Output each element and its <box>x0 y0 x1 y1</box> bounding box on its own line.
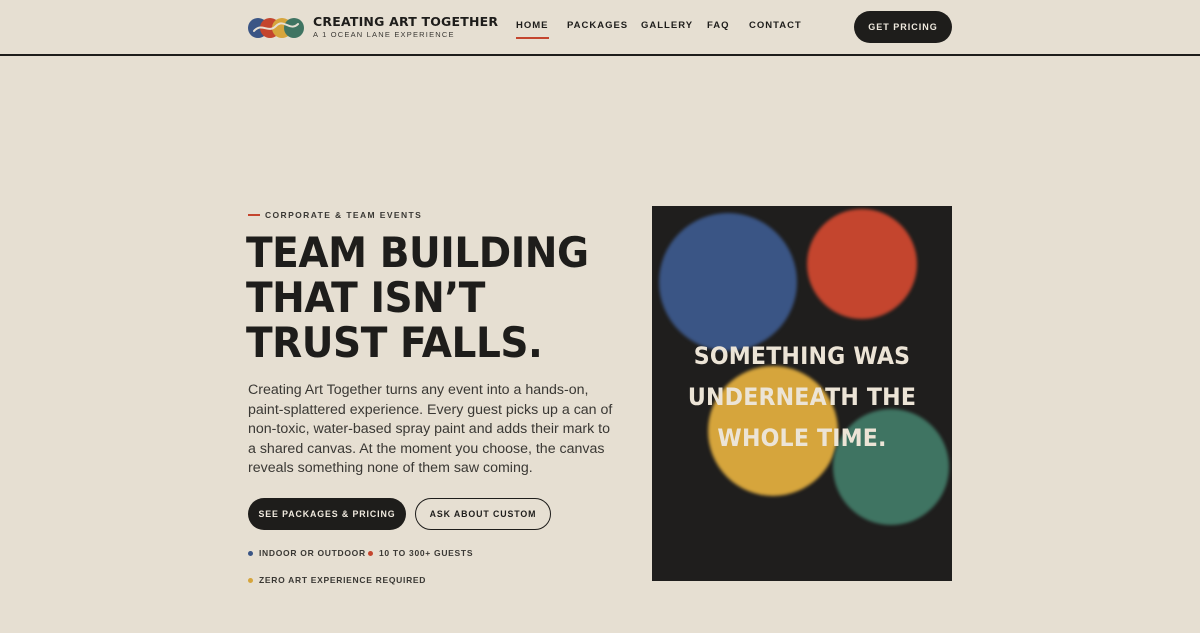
site-header: CREATING ART TOGETHER A 1 OCEAN LANE EXP… <box>0 0 1200 56</box>
brand-logo[interactable]: CREATING ART TOGETHER A 1 OCEAN LANE EXP… <box>248 15 498 40</box>
logo-swirl-icon <box>253 21 299 32</box>
art-text-line: SOMETHING WAS <box>693 342 911 370</box>
headline-line: TEAM BUILDING <box>246 228 589 277</box>
nav-gallery[interactable]: GALLERY <box>641 20 693 31</box>
hero-eyebrow: CORPORATE & TEAM EVENTS <box>248 210 422 220</box>
nav-home[interactable]: HOME <box>516 20 549 39</box>
yellow-dot-icon <box>248 577 253 583</box>
feature-item: 10 TO 300+ GUESTS <box>368 548 473 558</box>
headline-line: TRUST FALLS. <box>246 318 543 367</box>
logo-mark-icon <box>248 16 306 40</box>
nav-contact[interactable]: CONTACT <box>749 20 802 31</box>
nav-faq[interactable]: FAQ <box>707 20 730 31</box>
nav-packages[interactable]: PACKAGES <box>567 20 628 31</box>
red-paint-blob <box>807 209 917 319</box>
eyebrow-accent-line <box>248 214 260 216</box>
feature-item: ZERO ART EXPERIENCE REQUIRED <box>248 575 426 585</box>
headline-line: THAT ISN’T <box>246 273 485 322</box>
see-packages-button[interactable]: SEE PACKAGES & PRICING <box>248 498 406 530</box>
feature-item: INDOOR OR OUTDOOR <box>248 548 366 558</box>
blue-dot-icon <box>248 550 253 556</box>
get-pricing-button[interactable]: GET PRICING <box>854 11 952 43</box>
art-reveal-text: SOMETHING WAS UNDERNEATH THE WHOLE TIME. <box>652 336 952 459</box>
feature-label: ZERO ART EXPERIENCE REQUIRED <box>259 575 427 585</box>
blue-paint-blob <box>659 213 797 351</box>
red-dot-icon <box>368 550 373 556</box>
art-text-line: WHOLE TIME. <box>717 424 887 452</box>
feature-label: 10 TO 300+ GUESTS <box>379 548 474 558</box>
hero-description: Creating Art Together turns any event in… <box>248 382 613 477</box>
brand-title: CREATING ART TOGETHER <box>313 14 499 29</box>
feature-label: INDOOR OR OUTDOOR <box>259 548 366 558</box>
ask-custom-button[interactable]: ASK ABOUT CUSTOM <box>415 498 551 530</box>
brand-subtitle: A 1 OCEAN LANE EXPERIENCE <box>313 30 455 39</box>
art-text-line: UNDERNEATH THE <box>687 383 917 411</box>
hero-headline: TEAM BUILDING THAT ISN’T TRUST FALLS. <box>246 230 599 365</box>
eyebrow-text: CORPORATE & TEAM EVENTS <box>265 210 423 220</box>
art-reveal-panel: SOMETHING WAS UNDERNEATH THE WHOLE TIME. <box>652 206 952 581</box>
